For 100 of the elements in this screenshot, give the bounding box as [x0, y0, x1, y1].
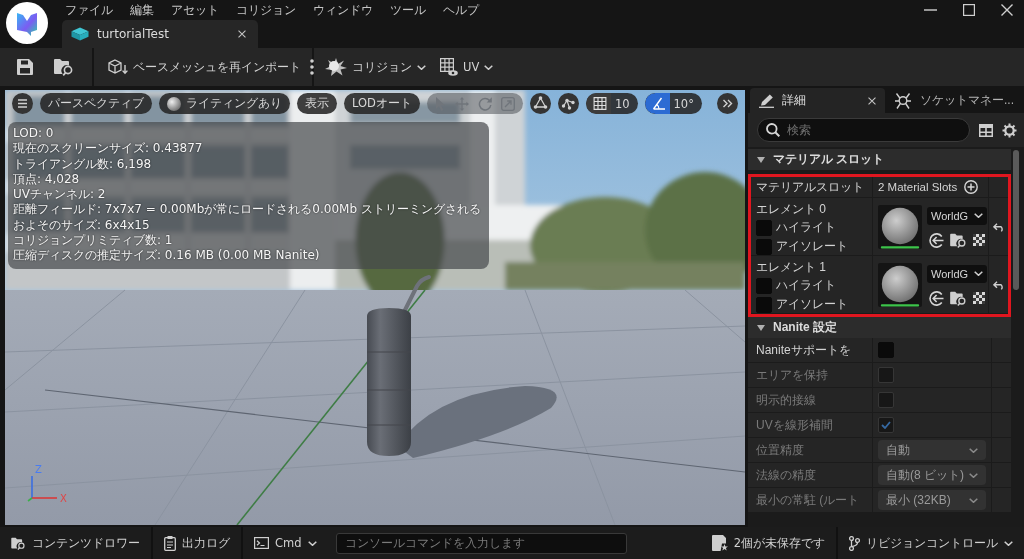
- property-label: 位置精度: [756, 441, 805, 459]
- caret-icon: [1004, 540, 1013, 546]
- close-icon[interactable]: [238, 30, 246, 38]
- output-log-button[interactable]: 出力ログ: [153, 527, 243, 559]
- clipboard-icon: [164, 535, 176, 551]
- search-icon: [766, 123, 780, 137]
- checkbox[interactable]: [756, 238, 772, 255]
- logo-icon[interactable]: [6, 2, 48, 44]
- collision-button[interactable]: コリジョン: [325, 53, 426, 81]
- check-icon: [881, 421, 891, 429]
- caret-icon: [969, 472, 978, 478]
- connected-nodes-icon[interactable]: [557, 93, 579, 114]
- caret-icon: [974, 271, 983, 276]
- view-mode-button[interactable]: パースペクティブ: [40, 93, 152, 114]
- settings-icon[interactable]: [1002, 122, 1017, 138]
- maximize-icon[interactable]: [963, 4, 975, 16]
- slot-count: 2 Material Slots: [878, 181, 958, 193]
- caret-icon: [969, 497, 978, 503]
- arrow-circle-icon[interactable]: [929, 290, 944, 306]
- stats-line: 現在のスクリーンサイズ: 0.43877: [13, 141, 204, 157]
- lod-button[interactable]: LODオート: [344, 93, 420, 114]
- triangle-nodes-icon[interactable]: [529, 93, 551, 114]
- stats-line: トライアングル数: 6,198: [13, 156, 153, 172]
- caret-icon: [969, 447, 978, 453]
- checkbox[interactable]: [878, 342, 894, 358]
- property-label: UVを線形補間: [756, 416, 834, 434]
- section-header[interactable]: マテリアル スロット: [748, 149, 1011, 170]
- unsaved-button[interactable]: 2個が未保存です: [700, 527, 838, 559]
- stats-line: 圧縮ディスクの推定サイズ: 0.16 MB (0.00 MB Nanite): [13, 248, 321, 264]
- menu-item[interactable]: コリジョン: [236, 1, 296, 19]
- save-icon[interactable]: [17, 59, 33, 75]
- reimport-button[interactable]: ベースメッシュを再インポート: [108, 53, 301, 81]
- branch-icon: [849, 535, 860, 551]
- sun-icon: [894, 92, 912, 109]
- document-tab[interactable]: turtorialTest: [62, 20, 258, 48]
- caret-icon: [484, 64, 494, 70]
- element-label: エレメント 1: [756, 259, 827, 276]
- stats-line: 頂点: 4,028: [13, 171, 81, 188]
- stats-line: 距離フィールド: 7x7x7 = 0.00Mbが常にロードされる0.00Mb ストリーミングされる: [13, 202, 481, 218]
- menu-item[interactable]: ヘルプ: [443, 1, 479, 19]
- panel-tab[interactable]: ソケットマネー...: [885, 88, 1023, 113]
- checkbox[interactable]: [756, 277, 772, 294]
- checkbox-label: アイソレート: [776, 296, 848, 313]
- material-dropdown[interactable]: WorldG: [927, 264, 987, 283]
- caret-icon: [307, 540, 317, 546]
- menu-icon[interactable]: [12, 93, 33, 114]
- material-thumbnail[interactable]: [878, 263, 922, 307]
- burst-icon: [325, 58, 347, 76]
- content-drawer-button[interactable]: コンテンツドロワー: [0, 527, 153, 559]
- menu-item[interactable]: アセット: [171, 1, 219, 19]
- uv-button[interactable]: UV: [440, 53, 494, 81]
- close-icon[interactable]: [868, 96, 876, 105]
- stats-line: およそのサイズ: 6x4x15: [13, 217, 151, 234]
- axis-lines-icon: [27, 475, 58, 502]
- stats-line: LOD: 0: [13, 126, 55, 142]
- checkbox[interactable]: [756, 296, 772, 313]
- undo-arrow-icon[interactable]: [992, 280, 1005, 290]
- menu-item[interactable]: 編集: [130, 1, 154, 19]
- checker-icon[interactable]: [973, 292, 985, 304]
- grid-snap-button[interactable]: 10: [585, 93, 638, 114]
- material-dropdown[interactable]: WorldG: [927, 206, 987, 225]
- close-icon[interactable]: [1001, 4, 1013, 16]
- undo-arrow-icon[interactable]: [992, 222, 1005, 232]
- folder-search-icon[interactable]: [54, 58, 74, 76]
- search-field[interactable]: 検索: [757, 118, 970, 142]
- folder-search-icon[interactable]: [950, 290, 967, 306]
- checker-icon[interactable]: [973, 234, 985, 246]
- plus-circle-icon[interactable]: [964, 180, 979, 194]
- element-label: エレメント 0: [756, 201, 827, 218]
- caret-icon: [974, 213, 983, 218]
- sphere-icon: [167, 96, 181, 111]
- show-button[interactable]: 表示: [297, 93, 337, 114]
- lighting-button[interactable]: ライティングあり: [159, 93, 290, 114]
- checkbox[interactable]: [756, 219, 772, 236]
- cube-arrow-icon: [108, 59, 128, 75]
- material-thumbnail[interactable]: [878, 205, 922, 249]
- section-header[interactable]: Nanite 設定: [748, 317, 1011, 338]
- scrollbar-thumb[interactable]: [1013, 150, 1019, 290]
- revision-control-button[interactable]: リビジョンコントロール: [838, 527, 1024, 559]
- property-label: マテリアルスロット: [756, 178, 865, 196]
- property-label: エリアを保持: [756, 366, 829, 384]
- cmd-button[interactable]: Cmd: [243, 527, 328, 559]
- menu-item[interactable]: ファイル: [65, 1, 113, 19]
- double-chevron-icon[interactable]: [717, 93, 738, 114]
- menu-item[interactable]: ウィンドウ: [313, 1, 373, 19]
- panel-tab[interactable]: 詳細: [750, 88, 885, 113]
- grid-icon: [440, 58, 458, 76]
- angle-snap-button[interactable]: 10°: [644, 93, 702, 114]
- console-input[interactable]: コンソールコマンドを入力します: [335, 532, 627, 554]
- pencil-icon: [759, 93, 774, 108]
- folder-search-icon[interactable]: [950, 232, 967, 248]
- stats-line: UVチャンネル: 2: [13, 187, 107, 203]
- checkbox-label: ハイライト: [776, 277, 836, 294]
- axis-label: X: [60, 493, 67, 503]
- menu-item[interactable]: ツール: [390, 1, 426, 19]
- table-icon[interactable]: [979, 123, 993, 137]
- property-label: Naniteサポートを: [756, 341, 852, 359]
- arrow-circle-icon[interactable]: [929, 232, 944, 248]
- more-icon[interactable]: [310, 59, 314, 75]
- axis-label: Z: [35, 464, 42, 475]
